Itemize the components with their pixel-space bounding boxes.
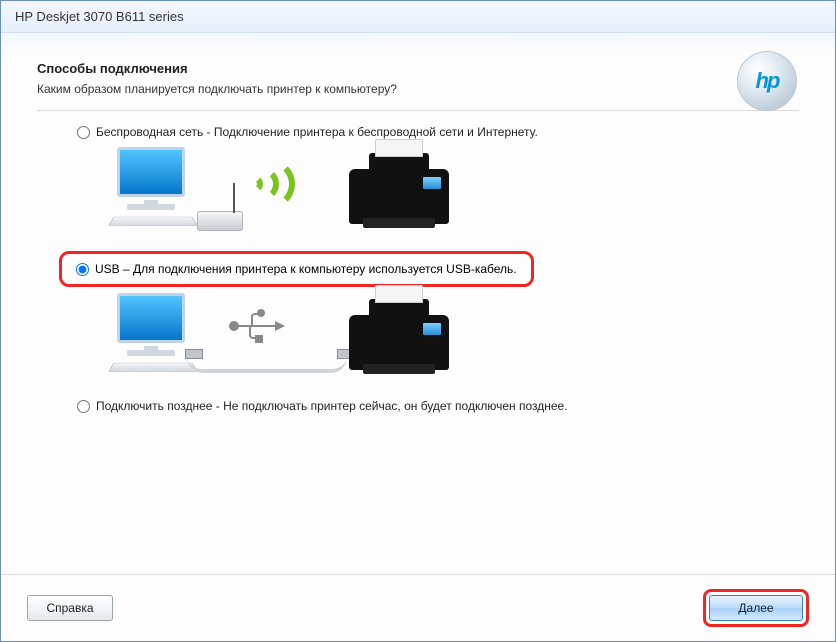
option-usb-highlight: USB – Для подключения принтера к компьют… [59, 251, 534, 287]
radio-usb[interactable] [76, 263, 89, 276]
radio-later-label[interactable]: Подключить позднее - Не подключать принт… [96, 399, 568, 413]
hp-logo-icon: hp [737, 51, 797, 111]
router-icon [197, 211, 243, 231]
wifi-icon [245, 157, 299, 211]
printer-icon [349, 315, 449, 370]
option-later[interactable]: Подключить позднее - Не подключать принт… [37, 397, 799, 415]
next-button-highlight: Далее [703, 589, 809, 627]
printer-icon [349, 169, 449, 224]
page-heading: Способы подключения [37, 61, 799, 76]
usb-icon [235, 311, 277, 341]
cable-icon [187, 357, 347, 373]
installer-window: HP Deskjet 3070 B611 series Способы подк… [0, 0, 836, 642]
next-button[interactable]: Далее [709, 595, 803, 621]
monitor-icon [117, 293, 185, 343]
radio-usb-label[interactable]: USB – Для подключения принтера к компьют… [95, 262, 517, 276]
title-bar: HP Deskjet 3070 B611 series [1, 1, 835, 33]
usb-illustration [37, 287, 799, 397]
window-title: HP Deskjet 3070 B611 series [15, 9, 184, 24]
content-area: Способы подключения Каким образом планир… [1, 33, 835, 574]
wireless-illustration [37, 141, 799, 251]
page-subheading: Каким образом планируется подключать при… [37, 82, 799, 96]
monitor-icon [117, 147, 185, 197]
radio-wireless-label[interactable]: Беспроводная сеть - Подключение принтера… [96, 125, 538, 139]
help-button[interactable]: Справка [27, 595, 113, 621]
keyboard-icon [108, 363, 198, 372]
radio-wireless[interactable] [77, 126, 90, 139]
divider [37, 110, 799, 111]
keyboard-icon [108, 217, 198, 226]
footer-bar: Справка Далее [1, 574, 835, 641]
radio-later[interactable] [77, 400, 90, 413]
